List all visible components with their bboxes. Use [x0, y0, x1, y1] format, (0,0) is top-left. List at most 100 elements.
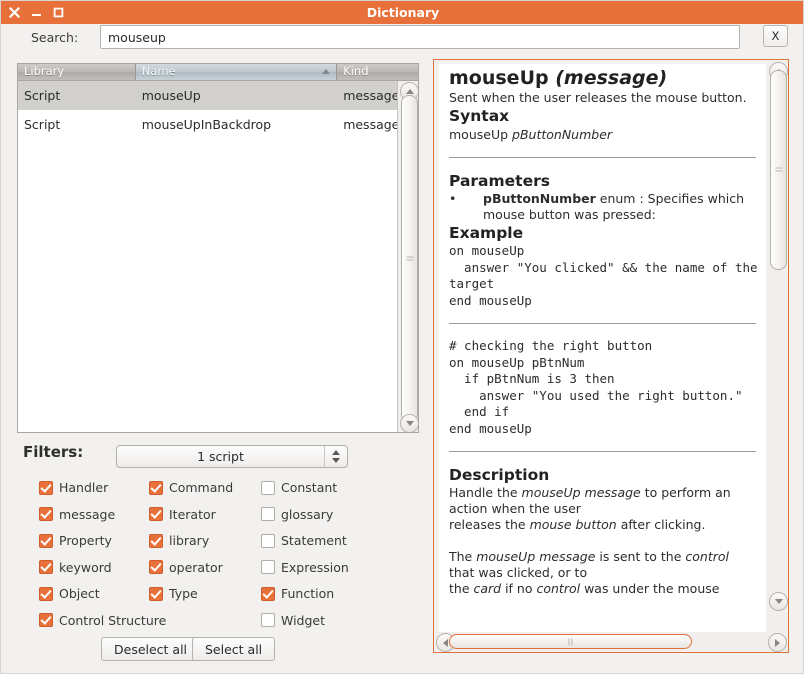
filter-label: Constant — [281, 480, 338, 495]
checkbox-checked-icon[interactable] — [149, 560, 163, 574]
deselect-all-button[interactable]: Deselect all — [101, 637, 201, 661]
desc-em: control — [685, 549, 729, 565]
checkbox-checked-icon[interactable] — [149, 586, 163, 601]
grip-icon — [775, 167, 782, 173]
filter-checkbox-object[interactable]: Object — [39, 586, 100, 601]
checkbox-checked-icon[interactable] — [39, 480, 53, 495]
dictionary-window: Dictionary Search: X Library Name Kind S… — [0, 0, 804, 674]
list-vertical-scrollbar[interactable] — [397, 81, 418, 432]
doc-vertical-scroll-thumb[interactable] — [770, 70, 787, 270]
checkbox-unchecked-icon[interactable] — [261, 560, 275, 574]
scope-spinner-value: 1 script — [197, 449, 244, 464]
filter-label: Command — [169, 480, 234, 495]
filter-label: keyword — [59, 559, 112, 575]
column-header-kind[interactable]: Kind — [337, 64, 418, 80]
filter-checkbox-keyword[interactable]: keyword — [39, 560, 112, 575]
filter-checkbox-message[interactable]: message — [39, 507, 115, 522]
scroll-down-icon[interactable] — [400, 414, 418, 432]
scroll-down-icon[interactable] — [769, 592, 788, 611]
desc-text: if no — [501, 581, 537, 597]
stepper-down-icon[interactable] — [332, 458, 340, 463]
checkbox-checked-icon[interactable] — [261, 586, 275, 601]
doc-example-code-2: # checking the right button on mouseUp p… — [449, 338, 743, 436]
column-header-kind-label: Kind — [343, 64, 369, 78]
doc-horizontal-scroll-thumb[interactable] — [449, 634, 692, 649]
checkbox-checked-icon[interactable] — [39, 560, 53, 574]
cell-library: Script — [24, 88, 61, 103]
filter-checkbox-operator[interactable]: operator — [149, 560, 223, 575]
checkbox-unchecked-icon[interactable] — [261, 613, 275, 627]
table-row[interactable]: Script mouseUp message — [18, 81, 418, 110]
filter-checkbox-property[interactable]: Property — [39, 533, 112, 548]
maximize-icon[interactable] — [52, 6, 65, 19]
checkbox-unchecked-icon[interactable] — [261, 480, 275, 495]
documentation-content[interactable]: mouseUp (message) Sent when the user rel… — [439, 64, 766, 633]
filter-checkbox-command[interactable]: Command — [149, 480, 233, 495]
minimize-icon[interactable] — [30, 6, 43, 19]
filter-checkbox-handler[interactable]: Handler — [39, 480, 108, 495]
filter-checkbox-constant[interactable]: Constant — [261, 480, 337, 495]
doc-description-spacer — [449, 533, 756, 549]
documentation-panel: mouseUp (message) Sent when the user rel… — [433, 59, 789, 653]
doc-title-name: mouseUp — [449, 67, 556, 89]
filter-label: Statement — [281, 533, 347, 548]
filter-checkbox-library[interactable]: library — [149, 533, 209, 548]
filter-checkbox-iterator[interactable]: Iterator — [149, 507, 216, 522]
desc-em: card — [473, 581, 502, 597]
checkbox-checked-icon[interactable] — [39, 533, 53, 548]
divider — [449, 451, 756, 453]
filter-label: Expression — [281, 559, 349, 575]
filter-label: message — [59, 506, 116, 522]
filter-checkbox-statement[interactable]: Statement — [261, 533, 347, 548]
filter-checkbox-type[interactable]: Type — [149, 586, 198, 601]
desc-em: control — [536, 581, 581, 597]
filter-checkbox-function[interactable]: Function — [261, 586, 334, 601]
filter-checkbox-glossary[interactable]: glossary — [261, 507, 333, 522]
checkbox-unchecked-icon[interactable] — [261, 533, 275, 548]
column-header-name[interactable]: Name — [135, 64, 338, 80]
column-header-library[interactable]: Library — [18, 64, 136, 80]
filter-label: Property — [59, 533, 112, 548]
close-icon[interactable] — [8, 6, 21, 19]
checkbox-unchecked-icon[interactable] — [261, 507, 275, 521]
doc-description-p2: releases the mouse button after clicking… — [449, 517, 756, 533]
clear-search-button[interactable]: X — [763, 25, 788, 47]
cell-name: mouseUp — [141, 88, 201, 103]
doc-syntax-line: mouseUp pButtonNumber — [449, 127, 756, 143]
grip-icon — [568, 638, 573, 645]
table-row[interactable]: Script mouseUpInBackdrop message — [18, 110, 418, 139]
sort-ascending-icon — [322, 69, 331, 74]
desc-text: the — [449, 581, 474, 597]
select-all-button[interactable]: Select all — [192, 637, 276, 661]
checkbox-checked-icon[interactable] — [149, 480, 163, 495]
desc-em: mouse button — [529, 517, 617, 533]
doc-title-kind: (message) — [555, 67, 668, 89]
checkbox-checked-icon[interactable] — [149, 507, 163, 521]
stepper-up-icon[interactable] — [332, 450, 340, 455]
filter-label: Control Structure — [59, 612, 167, 628]
grip-icon — [406, 256, 413, 261]
filter-label: Function — [281, 586, 335, 601]
doc-description-heading: Description — [449, 466, 550, 485]
checkbox-checked-icon[interactable] — [149, 533, 163, 548]
checkbox-checked-icon[interactable] — [39, 507, 53, 521]
doc-parameter-text: pButtonNumber enum : Specifies which mou… — [483, 191, 756, 223]
filter-checkbox-widget[interactable]: Widget — [261, 613, 325, 628]
search-input[interactable] — [100, 25, 740, 49]
spinner-stepper[interactable] — [324, 446, 347, 467]
bullet-icon: • — [449, 190, 457, 206]
doc-description-p3: The mouseUp message is sent to the contr… — [449, 549, 756, 581]
filter-checkbox-expression[interactable]: Expression — [261, 560, 349, 575]
doc-description-p1: Handle the mouseUp message to perform an… — [449, 485, 756, 517]
doc-vertical-scrollbar[interactable] — [767, 61, 788, 631]
filter-label: Type — [169, 586, 198, 601]
scope-spinner[interactable]: 1 script — [116, 445, 348, 468]
checkbox-checked-icon[interactable] — [39, 613, 53, 627]
doc-horizontal-scrollbar[interactable] — [435, 632, 788, 652]
filter-checkbox-control-structure[interactable]: Control Structure — [39, 613, 166, 628]
column-header-name-label: Name — [141, 64, 176, 78]
list-scroll-thumb[interactable] — [401, 95, 418, 422]
results-list: Library Name Kind Script mouseUp message… — [17, 63, 419, 433]
checkbox-checked-icon[interactable] — [39, 586, 53, 601]
scroll-right-icon[interactable] — [768, 633, 787, 652]
